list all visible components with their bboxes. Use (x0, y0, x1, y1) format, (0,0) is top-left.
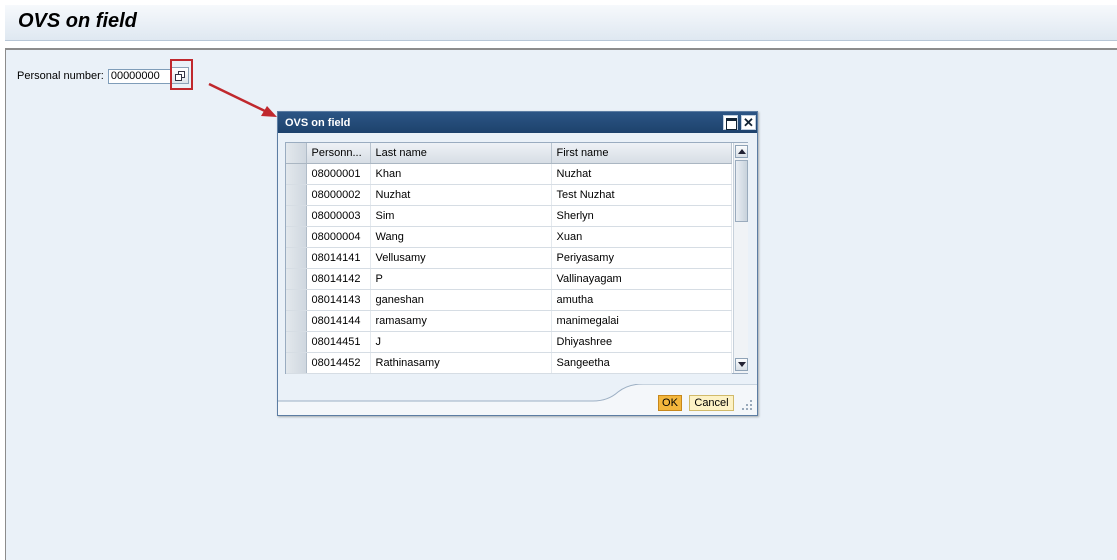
first-name-cell: Dhiyashree (551, 331, 732, 353)
table-row[interactable]: 08000002 Nuzhat Test Nuzhat (286, 184, 732, 206)
row-selector[interactable] (286, 289, 307, 311)
table-row[interactable]: 08014142 P Vallinayagam (286, 268, 732, 290)
row-selector[interactable] (286, 226, 307, 248)
row-selector[interactable] (286, 163, 307, 185)
row-selector[interactable] (286, 247, 307, 269)
personnel-number-cell: 08014142 (306, 268, 371, 290)
table-header-row: Personn... Last name First name (286, 143, 732, 164)
personal-number-row: Personal number: (17, 68, 175, 84)
first-name-cell: Xuan (551, 226, 732, 248)
ovs-popup-dialog: OVS on field ✕ Personn... Last name Firs… (277, 111, 758, 416)
select-all-cell[interactable] (286, 143, 307, 164)
scroll-up-icon[interactable] (735, 145, 748, 158)
ok-button[interactable]: OK (658, 395, 682, 411)
personnel-number-cell: 08014451 (306, 331, 371, 353)
first-name-cell: Vallinayagam (551, 268, 732, 290)
resize-grip-icon[interactable] (740, 400, 754, 412)
last-name-cell: Vellusamy (370, 247, 552, 269)
row-selector[interactable] (286, 205, 307, 227)
table-row[interactable]: 08000001 Khan Nuzhat (286, 163, 732, 185)
annotation-arrow (208, 82, 277, 117)
table-row[interactable]: 08014451 J Dhiyashree (286, 331, 732, 353)
popup-title: OVS on field (285, 117, 351, 129)
scroll-down-icon[interactable] (735, 358, 748, 371)
personal-number-input[interactable] (107, 68, 175, 84)
table-row[interactable]: 08000004 Wang Xuan (286, 226, 732, 248)
last-name-cell: Rathinasamy (370, 352, 552, 374)
last-name-cell: ganeshan (370, 289, 552, 311)
personnel-number-cell: 08014141 (306, 247, 371, 269)
first-name-cell: Nuzhat (551, 163, 732, 185)
results-table: Personn... Last name First name 08000001… (285, 142, 748, 374)
last-name-cell: ramasamy (370, 310, 552, 332)
row-selector[interactable] (286, 310, 307, 332)
column-header-last-name[interactable]: Last name (370, 143, 552, 164)
table-row[interactable]: 08000003 Sim Sherlyn (286, 205, 732, 227)
row-selector[interactable] (286, 331, 307, 353)
personnel-number-cell: 08014144 (306, 310, 371, 332)
last-name-cell: Nuzhat (370, 184, 552, 206)
personnel-number-cell: 08014452 (306, 352, 371, 374)
personnel-number-cell: 08014143 (306, 289, 371, 311)
table-row[interactable]: 08014141 Vellusamy Periyasamy (286, 247, 732, 269)
personal-number-label: Personal number: (17, 70, 104, 82)
cancel-button[interactable]: Cancel (689, 395, 734, 411)
personnel-number-cell: 08000001 (306, 163, 371, 185)
table-row[interactable]: 08014452 Rathinasamy Sangeetha (286, 352, 732, 374)
vertical-scrollbar[interactable] (733, 143, 748, 373)
row-selector[interactable] (286, 352, 307, 374)
personnel-number-cell: 08000002 (306, 184, 371, 206)
close-icon[interactable]: ✕ (741, 115, 756, 130)
personnel-number-cell: 08000003 (306, 205, 371, 227)
column-header-first-name[interactable]: First name (551, 143, 732, 164)
last-name-cell: Wang (370, 226, 552, 248)
last-name-cell: Khan (370, 163, 552, 185)
row-selector[interactable] (286, 268, 307, 290)
table-row[interactable]: 08014143 ganeshan amutha (286, 289, 732, 311)
last-name-cell: P (370, 268, 552, 290)
popup-footer (278, 384, 757, 415)
first-name-cell: Sangeetha (551, 352, 732, 374)
first-name-cell: manimegalai (551, 310, 732, 332)
popup-titlebar[interactable]: OVS on field ✕ (278, 112, 757, 133)
first-name-cell: Periyasamy (551, 247, 732, 269)
last-name-cell: J (370, 331, 552, 353)
row-selector[interactable] (286, 184, 307, 206)
highlight-annotation-box (170, 59, 193, 90)
column-header-personnel-number[interactable]: Personn... (306, 143, 371, 164)
first-name-cell: Test Nuzhat (551, 184, 732, 206)
personnel-number-cell: 08000004 (306, 226, 371, 248)
page-title: OVS on field (18, 10, 137, 32)
maximize-icon[interactable] (723, 115, 738, 130)
table-row[interactable]: 08014144 ramasamy manimegalai (286, 310, 732, 332)
last-name-cell: Sim (370, 205, 552, 227)
first-name-cell: Sherlyn (551, 205, 732, 227)
scrollbar-thumb[interactable] (735, 160, 748, 222)
page-header: OVS on field (5, 5, 1117, 41)
first-name-cell: amutha (551, 289, 732, 311)
